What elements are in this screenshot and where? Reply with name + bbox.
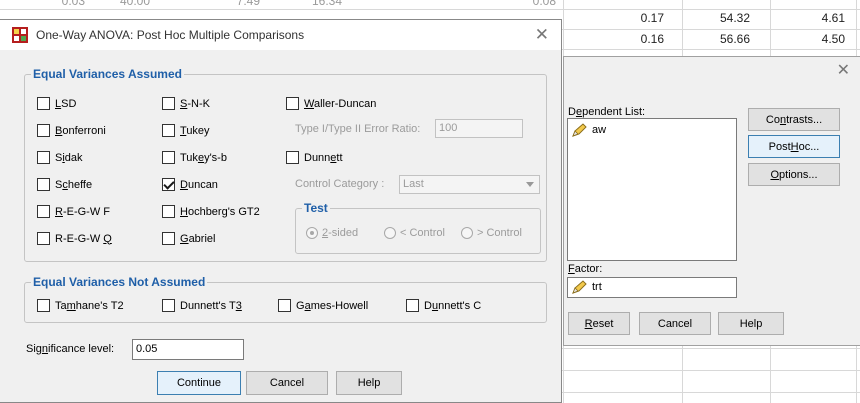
grid-row-line: [0, 9, 860, 10]
grid-cell[interactable]: 56.66: [690, 32, 750, 46]
cancel-button[interactable]: Cancel: [639, 312, 711, 335]
dunnett-checkbox[interactable]: Dunnett: [286, 151, 343, 164]
options-button[interactable]: Options...: [748, 163, 840, 186]
tukey-checkbox[interactable]: Tukey: [162, 124, 210, 137]
lsd-checkbox[interactable]: LSD: [37, 97, 76, 110]
tamhane-checkbox[interactable]: Tamhane's T2: [37, 299, 124, 312]
two-sided-radio[interactable]: 2-sided: [306, 227, 358, 239]
waller-duncan-checkbox[interactable]: Waller-Duncan: [286, 97, 376, 110]
equal-variances-assumed-group: Equal Variances Assumed LSD Bonferroni S…: [24, 67, 547, 262]
regwf-checkbox[interactable]: R-E-G-W F: [37, 205, 110, 218]
close-icon[interactable]: ✕: [837, 63, 850, 79]
grid-cell: 0.08: [532, 0, 556, 8]
help-button[interactable]: Help: [718, 312, 784, 335]
snk-checkbox[interactable]: S-N-K: [162, 97, 210, 110]
variable-item[interactable]: aw: [572, 123, 606, 137]
grid-cell: 7.49: [236, 0, 260, 8]
bonferroni-checkbox[interactable]: Bonferroni: [37, 124, 106, 137]
grid-cell: 40.00: [119, 0, 150, 8]
post-hoc-dialog: One-Way ANOVA: Post Hoc Multiple Compari…: [0, 19, 562, 403]
duncan-checkbox[interactable]: Duncan: [162, 178, 218, 191]
factor-label: Factor:: [568, 263, 603, 275]
chevron-down-icon: [526, 182, 534, 187]
control-category-select[interactable]: Last: [399, 175, 540, 194]
type-ratio-label: Type I/Type II Error Ratio:: [295, 123, 421, 135]
grid-cell[interactable]: 0.17: [604, 11, 664, 25]
greater-than-control-radio[interactable]: > Control: [461, 227, 522, 239]
contrasts-button[interactable]: Co n trasts...: [748, 108, 840, 131]
grid-cell: 0.03: [61, 0, 85, 8]
type-ratio-field[interactable]: 100: [435, 119, 523, 138]
less-than-control-radio[interactable]: < Control: [384, 227, 445, 239]
scheffe-checkbox[interactable]: Scheffe: [37, 178, 92, 191]
help-button[interactable]: Help: [336, 371, 402, 395]
group-title: Test: [302, 201, 330, 215]
sidak-checkbox[interactable]: Sidak: [37, 151, 83, 164]
grid-cell[interactable]: 4.61: [785, 11, 845, 25]
close-icon[interactable]: ✕: [535, 26, 549, 43]
grid-cell[interactable]: 54.32: [690, 11, 750, 25]
significance-level-input[interactable]: 0.05: [132, 339, 244, 360]
dependent-list-label: Dependent List:: [568, 106, 646, 118]
grid-cell: 16.34: [311, 0, 342, 8]
variable-name: trt: [592, 281, 602, 293]
dialog-title: One-Way ANOVA: Post Hoc Multiple Compari…: [36, 28, 305, 42]
dependent-list-box[interactable]: aw: [567, 118, 737, 261]
scale-variable-icon: [572, 280, 587, 294]
post-hoc-button[interactable]: Post Hoc...: [748, 135, 840, 158]
significance-level-label: Significance level:: [26, 343, 115, 355]
one-way-anova-dialog: ✕ Dependent List: aw Factor: trt Co n tras…: [563, 56, 860, 346]
regwq-checkbox[interactable]: R-E-G-W Q: [37, 232, 112, 245]
group-title: Equal Variances Assumed: [31, 67, 184, 81]
cancel-button[interactable]: Cancel: [246, 371, 328, 395]
title-bar: One-Way ANOVA: Post Hoc Multiple Compari…: [0, 20, 561, 50]
dunnetts-c-checkbox[interactable]: Dunnett's C: [406, 299, 481, 312]
factor-field[interactable]: trt: [567, 277, 737, 298]
variable-item[interactable]: trt: [572, 280, 602, 294]
variable-name: aw: [592, 124, 607, 136]
dunnett-t3-checkbox[interactable]: Dunnett's T3: [162, 299, 242, 312]
scale-variable-icon: [572, 123, 587, 137]
reset-button[interactable]: Reset: [568, 312, 630, 335]
tukeys-b-checkbox[interactable]: Tukey's-b: [162, 151, 227, 164]
control-category-label: Control Category :: [295, 178, 385, 190]
equal-variances-not-assumed-group: Equal Variances Not Assumed Tamhane's T2…: [24, 275, 547, 323]
control-category-value: Last: [403, 178, 424, 190]
grid-cell[interactable]: 0.16: [604, 32, 664, 46]
hochberg-checkbox[interactable]: Hochberg's GT2: [162, 205, 260, 218]
group-title: Equal Variances Not Assumed: [31, 275, 208, 289]
gabriel-checkbox[interactable]: Gabriel: [162, 232, 215, 245]
games-howell-checkbox[interactable]: Games-Howell: [278, 299, 368, 312]
spss-app-icon: [12, 27, 28, 43]
grid-cell[interactable]: 4.50: [785, 32, 845, 46]
test-group: Test 2-sided < Control > Control: [295, 201, 541, 254]
continue-button[interactable]: Continue: [157, 371, 241, 395]
